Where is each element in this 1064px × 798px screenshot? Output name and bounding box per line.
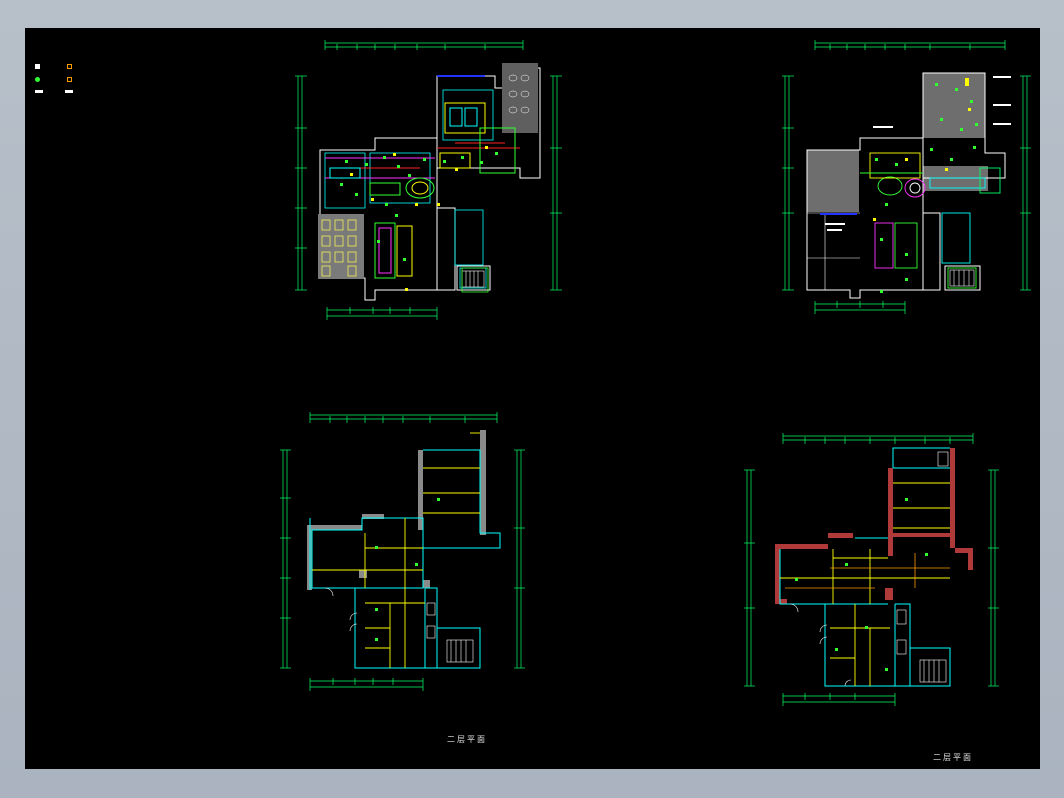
dimension-lines <box>280 412 525 691</box>
caption-bottom-right: 二层平面 <box>933 753 973 762</box>
doors-and-stairs <box>789 603 947 687</box>
shaft-box <box>937 451 949 467</box>
wall-tags <box>375 498 440 641</box>
hatched-core <box>502 63 538 133</box>
new-walls <box>775 448 973 604</box>
wall-tags <box>795 498 928 671</box>
plan-bottom-right[interactable] <box>744 433 999 706</box>
plan-top-right[interactable] <box>782 40 1031 314</box>
caption-bottom-left: 二层平面 <box>447 735 487 744</box>
structural-walls <box>307 430 486 590</box>
walls <box>779 447 951 687</box>
doors-and-stairs <box>324 587 474 663</box>
stair <box>461 270 485 288</box>
partitions <box>312 432 480 668</box>
stair <box>949 269 975 287</box>
partitions <box>780 482 950 686</box>
dimension-lines <box>744 433 999 706</box>
plan-top-left[interactable] <box>295 40 562 320</box>
cad-drawing-canvas[interactable]: 二层平面 二层平面 <box>25 28 1040 769</box>
ceiling-zones <box>807 73 988 212</box>
hatched-room <box>318 214 364 279</box>
plan-bottom-left[interactable] <box>280 412 525 691</box>
